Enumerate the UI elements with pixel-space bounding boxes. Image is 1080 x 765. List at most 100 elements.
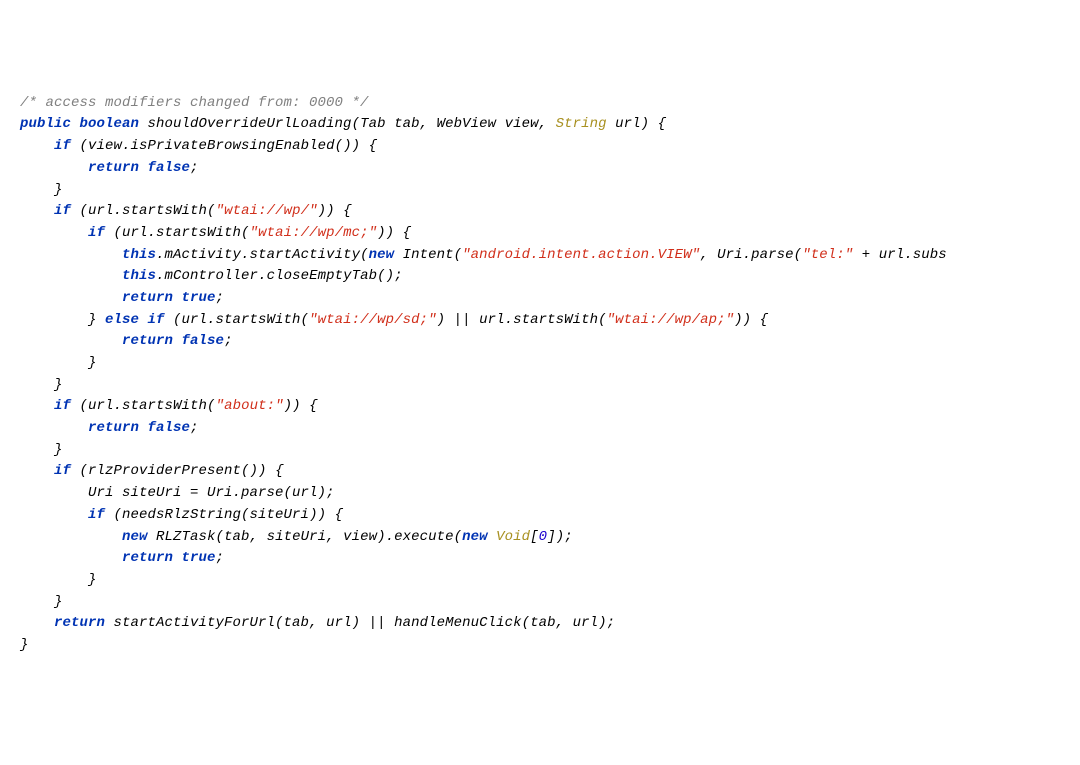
code-token: this bbox=[122, 247, 156, 263]
code-line: if (url.startsWith("wtai://wp/")) { bbox=[20, 201, 1060, 223]
code-token: (rlzProviderPresent()) { bbox=[71, 463, 284, 479]
code-token: "wtai://wp/ap;" bbox=[607, 312, 735, 328]
code-token: )) { bbox=[377, 225, 411, 241]
code-line: return false; bbox=[20, 418, 1060, 440]
code-token: (url.startsWith( bbox=[71, 398, 216, 414]
code-token: } bbox=[20, 377, 63, 393]
code-token: Void bbox=[496, 529, 530, 545]
code-token: , Uri.parse( bbox=[700, 247, 802, 263]
code-token: (url.startsWith( bbox=[165, 312, 310, 328]
code-token: return false bbox=[122, 333, 224, 349]
code-token bbox=[20, 550, 122, 566]
code-line: return false; bbox=[20, 158, 1060, 180]
code-token: RLZTask(tab, siteUri, view).execute( bbox=[148, 529, 463, 545]
code-line: public boolean shouldOverrideUrlLoading(… bbox=[20, 114, 1060, 136]
code-token: "tel:" bbox=[802, 247, 853, 263]
code-token: } bbox=[20, 637, 29, 653]
code-token bbox=[20, 420, 88, 436]
code-token: .mController.closeEmptyTab(); bbox=[156, 268, 403, 284]
code-token: ; bbox=[190, 420, 199, 436]
code-line: /* access modifiers changed from: 0000 *… bbox=[20, 93, 1060, 115]
code-token: )) { bbox=[318, 203, 352, 219]
code-token bbox=[20, 398, 54, 414]
code-token: } bbox=[20, 182, 63, 198]
code-line: if (view.isPrivateBrowsingEnabled()) { bbox=[20, 136, 1060, 158]
code-line: if (rlzProviderPresent()) { bbox=[20, 461, 1060, 483]
code-token: (url.startsWith( bbox=[105, 225, 250, 241]
code-token: ; bbox=[216, 550, 225, 566]
code-line: return startActivityForUrl(tab, url) || … bbox=[20, 613, 1060, 635]
code-token: return bbox=[54, 615, 105, 631]
code-token bbox=[488, 529, 497, 545]
code-token: if bbox=[54, 398, 71, 414]
code-token: startActivityForUrl(tab, url) || handleM… bbox=[105, 615, 615, 631]
code-token bbox=[20, 203, 54, 219]
code-token bbox=[20, 463, 54, 479]
code-line: if (url.startsWith("about:")) { bbox=[20, 396, 1060, 418]
code-token: )) { bbox=[284, 398, 318, 414]
code-line: } bbox=[20, 592, 1060, 614]
code-token: } bbox=[20, 594, 63, 610]
code-token: new bbox=[369, 247, 395, 263]
code-token: } bbox=[20, 312, 105, 328]
code-token: String bbox=[556, 116, 607, 132]
code-line: } bbox=[20, 375, 1060, 397]
code-token: return false bbox=[88, 420, 190, 436]
code-line: } else if (url.startsWith("wtai://wp/sd;… bbox=[20, 310, 1060, 332]
code-token: } bbox=[20, 572, 97, 588]
code-token bbox=[20, 138, 54, 154]
code-token: return true bbox=[122, 550, 216, 566]
code-line: if (needsRlzString(siteUri)) { bbox=[20, 505, 1060, 527]
code-token: "android.intent.action.VIEW" bbox=[462, 247, 700, 263]
code-token bbox=[20, 247, 122, 263]
code-token bbox=[20, 160, 88, 176]
code-token: (url.startsWith( bbox=[71, 203, 216, 219]
code-block: /* access modifiers changed from: 0000 *… bbox=[20, 93, 1060, 657]
code-line: this.mActivity.startActivity(new Intent(… bbox=[20, 245, 1060, 267]
code-line: } bbox=[20, 570, 1060, 592]
code-token: "wtai://wp/" bbox=[216, 203, 318, 219]
code-line: return true; bbox=[20, 288, 1060, 310]
code-line: this.mController.closeEmptyTab(); bbox=[20, 266, 1060, 288]
code-token: shouldOverrideUrlLoading(Tab tab, WebVie… bbox=[148, 116, 556, 132]
code-line: if (url.startsWith("wtai://wp/mc;")) { bbox=[20, 223, 1060, 245]
code-token: boolean bbox=[80, 116, 148, 132]
code-token: /* access modifiers changed from: 0000 *… bbox=[20, 95, 369, 111]
code-token: 0 bbox=[539, 529, 548, 545]
code-line: } bbox=[20, 440, 1060, 462]
code-token: new bbox=[462, 529, 488, 545]
code-token: new bbox=[122, 529, 148, 545]
code-token bbox=[20, 333, 122, 349]
code-token: (view.isPrivateBrowsingEnabled()) { bbox=[71, 138, 377, 154]
code-token: ; bbox=[216, 290, 225, 306]
code-token: } bbox=[20, 442, 63, 458]
code-line: Uri siteUri = Uri.parse(url); bbox=[20, 483, 1060, 505]
code-token: ) || url.startsWith( bbox=[437, 312, 607, 328]
code-token bbox=[20, 290, 122, 306]
code-token: ; bbox=[224, 333, 233, 349]
code-token: Intent( bbox=[394, 247, 462, 263]
code-token: (needsRlzString(siteUri)) { bbox=[105, 507, 343, 523]
code-line: new RLZTask(tab, siteUri, view).execute(… bbox=[20, 527, 1060, 549]
code-token: if bbox=[54, 138, 71, 154]
code-token bbox=[20, 225, 88, 241]
code-line: return false; bbox=[20, 331, 1060, 353]
code-line: } bbox=[20, 180, 1060, 202]
code-token: public bbox=[20, 116, 80, 132]
code-token: ; bbox=[190, 160, 199, 176]
code-token: [ bbox=[530, 529, 539, 545]
code-token: "about:" bbox=[216, 398, 284, 414]
code-token bbox=[20, 529, 122, 545]
code-token: } bbox=[20, 355, 97, 371]
code-token: if bbox=[54, 203, 71, 219]
code-token: ]); bbox=[547, 529, 573, 545]
code-token: if bbox=[88, 225, 105, 241]
code-token: this bbox=[122, 268, 156, 284]
code-line: return true; bbox=[20, 548, 1060, 570]
code-token: if bbox=[88, 507, 105, 523]
code-token: "wtai://wp/mc;" bbox=[250, 225, 378, 241]
code-token bbox=[20, 615, 54, 631]
code-token: return true bbox=[122, 290, 216, 306]
code-token bbox=[20, 507, 88, 523]
code-token: if bbox=[54, 463, 71, 479]
